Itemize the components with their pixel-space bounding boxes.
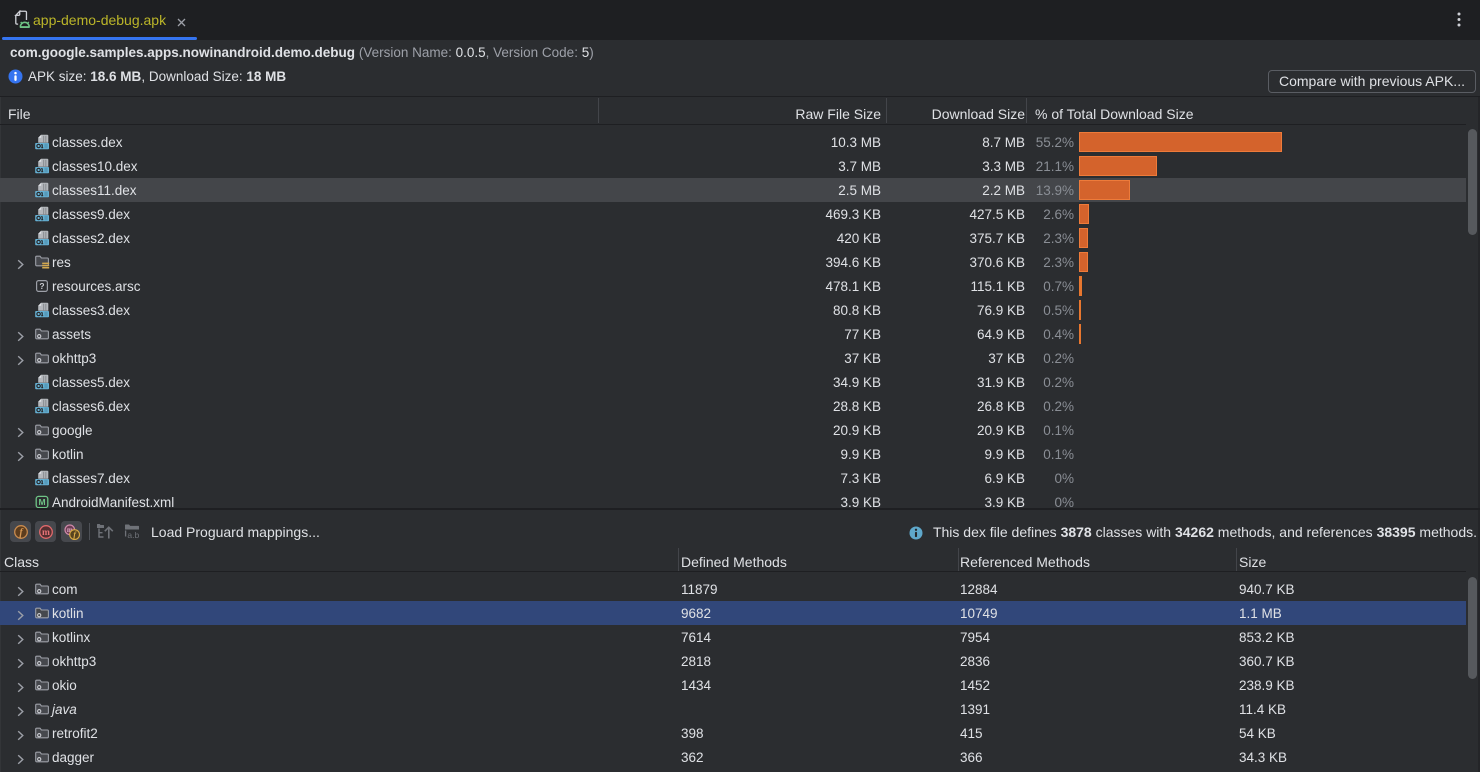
svg-text:a.b: a.b <box>127 530 139 540</box>
svg-text:m: m <box>42 528 50 538</box>
svg-text:M: M <box>38 497 45 507</box>
svg-text:?: ? <box>39 281 44 291</box>
